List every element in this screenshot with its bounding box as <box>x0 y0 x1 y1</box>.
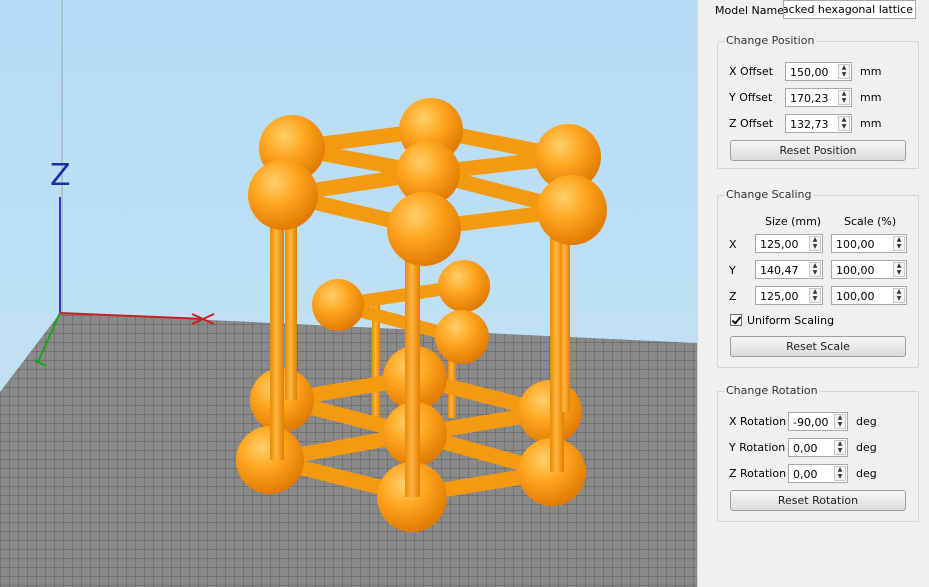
spin-arrows-icon[interactable]: ▲ ▼ <box>809 262 821 277</box>
y-offset-spinbox[interactable]: 170,23 ▲ ▼ <box>785 88 852 107</box>
scale-y-value: 100,00 <box>836 264 875 277</box>
z-rotation-spinbox[interactable]: 0,00 ▲ ▼ <box>788 464 848 483</box>
reset-position-button[interactable]: Reset Position <box>730 140 906 161</box>
uniform-scaling-label: Uniform Scaling <box>747 314 835 327</box>
model-name-row: Model Name: <box>715 0 788 20</box>
spin-arrows-icon[interactable]: ▲ ▼ <box>893 262 905 277</box>
y-offset-label: Y Offset <box>729 91 773 104</box>
spin-arrows-icon[interactable]: ▲ ▼ <box>838 64 850 79</box>
model-name-input[interactable]: e-packed hexagonal lattice <box>783 0 916 19</box>
z-offset-value: 132,73 <box>790 118 829 131</box>
z-offset-label: Z Offset <box>729 117 774 130</box>
size-z-value: 125,00 <box>760 290 799 303</box>
scale-x-label: X <box>729 238 737 251</box>
spin-arrows-icon[interactable]: ▲ ▼ <box>834 440 846 455</box>
z-rotation-value: 0,00 <box>793 468 818 481</box>
y-rotation-value: 0,00 <box>793 442 818 455</box>
spin-arrows-icon[interactable]: ▲ ▼ <box>838 90 850 105</box>
scale-column-header: Scale (%) <box>844 215 897 228</box>
reset-rotation-button[interactable]: Reset Rotation <box>730 490 906 511</box>
size-y-spinbox[interactable]: 140,47 ▲ ▼ <box>755 260 823 279</box>
scale-z-spinbox[interactable]: 100,00 ▲ ▼ <box>831 286 907 305</box>
3d-viewport[interactable]: Z <box>0 0 697 587</box>
size-x-value: 125,00 <box>760 238 799 251</box>
y-offset-value: 170,23 <box>790 92 829 105</box>
scale-x-spinbox[interactable]: 100,00 ▲ ▼ <box>831 234 907 253</box>
change-scaling-group: Change Scaling Size (mm) Scale (%) X 125… <box>717 188 919 368</box>
x-rotation-label: X Rotation <box>729 415 787 428</box>
scale-x-value: 100,00 <box>836 238 875 251</box>
x-rotation-value: -90,00 <box>793 416 829 429</box>
spin-arrows-icon[interactable]: ▲ ▼ <box>834 414 846 429</box>
change-rotation-group: Change Rotation X Rotation -90,00 ▲ ▼ deg… <box>717 384 919 522</box>
properties-panel: Model Name: e-packed hexagonal lattice C… <box>697 0 929 587</box>
model-name-label: Model Name: <box>715 3 788 17</box>
uniform-scaling-checkbox[interactable] <box>730 314 742 326</box>
scale-y-label: Y <box>729 264 736 277</box>
change-rotation-title: Change Rotation <box>724 384 820 397</box>
x-offset-label: X Offset <box>729 65 774 78</box>
spin-arrows-icon[interactable]: ▲ ▼ <box>893 236 905 251</box>
size-column-header: Size (mm) <box>765 215 822 228</box>
z-offset-spinbox[interactable]: 132,73 ▲ ▼ <box>785 114 852 133</box>
scale-y-spinbox[interactable]: 100,00 ▲ ▼ <box>831 260 907 279</box>
scale-z-value: 100,00 <box>836 290 875 303</box>
spin-arrows-icon[interactable]: ▲ ▼ <box>809 288 821 303</box>
spin-arrows-icon[interactable]: ▲ ▼ <box>893 288 905 303</box>
x-rotation-unit: deg <box>856 415 877 428</box>
y-rotation-label: Y Rotation <box>729 441 786 454</box>
z-offset-unit: mm <box>860 117 882 130</box>
axis-z-label: Z <box>50 158 71 193</box>
lattice-model[interactable] <box>236 98 607 532</box>
spin-arrows-icon[interactable]: ▲ ▼ <box>809 236 821 251</box>
spin-arrows-icon[interactable]: ▲ ▼ <box>838 116 850 131</box>
x-rotation-spinbox[interactable]: -90,00 ▲ ▼ <box>788 412 848 431</box>
y-offset-unit: mm <box>860 91 882 104</box>
size-x-spinbox[interactable]: 125,00 ▲ ▼ <box>755 234 823 253</box>
x-offset-value: 150,00 <box>790 66 829 79</box>
x-offset-spinbox[interactable]: 150,00 ▲ ▼ <box>785 62 852 81</box>
change-position-title: Change Position <box>724 34 817 47</box>
y-rotation-unit: deg <box>856 441 877 454</box>
change-position-group: Change Position X Offset 150,00 ▲ ▼ mm Y … <box>717 34 919 169</box>
size-y-value: 140,47 <box>760 264 799 277</box>
size-z-spinbox[interactable]: 125,00 ▲ ▼ <box>755 286 823 305</box>
model-name-value: e-packed hexagonal lattice <box>784 3 913 16</box>
y-rotation-spinbox[interactable]: 0,00 ▲ ▼ <box>788 438 848 457</box>
x-offset-unit: mm <box>860 65 882 78</box>
change-scaling-title: Change Scaling <box>724 188 814 201</box>
spin-arrows-icon[interactable]: ▲ ▼ <box>834 466 846 481</box>
reset-scale-button[interactable]: Reset Scale <box>730 336 906 357</box>
z-rotation-label: Z Rotation <box>729 467 787 480</box>
z-rotation-unit: deg <box>856 467 877 480</box>
scene-canvas <box>0 0 697 587</box>
scale-z-label: Z <box>729 290 737 303</box>
